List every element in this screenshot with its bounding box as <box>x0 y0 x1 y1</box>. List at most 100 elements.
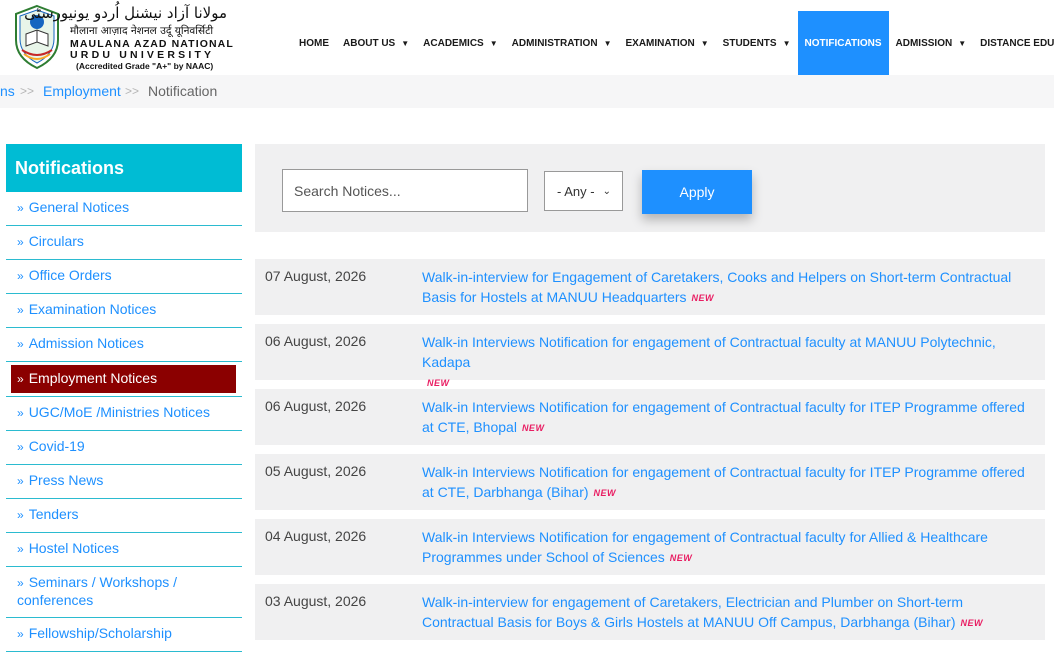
sidebar-item-employment-notices[interactable]: » Employment Notices <box>11 365 236 393</box>
apply-button[interactable]: Apply <box>642 170 752 214</box>
sidebar-item-label: Press News <box>28 472 104 488</box>
notifications-sidebar: Notifications » General Notices » Circular… <box>6 144 242 652</box>
notice-link[interactable]: Walk-in Interviews Notification for enga… <box>422 332 1034 393</box>
notice-date: 06 August, 2026 <box>265 398 367 414</box>
logo-hindi-text: मौलाना आज़ाद नेशनल उर्दू यूनिवर्सिटी <box>70 25 214 37</box>
nav-about-us-label: ABOUT US <box>343 37 396 49</box>
breadcrumb-separator: >> <box>20 84 35 98</box>
double-chevron-right-icon: » <box>17 372 24 386</box>
notice-link[interactable]: Walk-in Interviews Notification for enga… <box>422 462 1034 503</box>
notice-row: 06 August, 2026 Walk-in Interviews Notif… <box>255 324 1045 388</box>
nav-home[interactable]: HOME <box>292 11 336 75</box>
nav-admission[interactable]: ADMISSION ▼ <box>889 11 974 75</box>
notice-filter-panel: - Any - ⌄ Apply <box>255 144 1045 232</box>
notice-title: Walk-in Interviews Notification for enga… <box>422 529 988 565</box>
caret-down-icon: ▼ <box>700 38 709 48</box>
double-chevron-right-icon: » <box>17 201 24 215</box>
sidebar-item-covid-19[interactable]: » Covid-19 <box>6 431 242 465</box>
notice-link[interactable]: Walk-in-interview for Engagement of Care… <box>422 267 1034 308</box>
nav-notifications[interactable]: NOTIFICATIONS <box>797 11 889 75</box>
double-chevron-right-icon: » <box>17 269 24 283</box>
nav-distance-education-label: DISTANCE EDUCATION <box>980 37 1054 49</box>
chevron-down-icon: ⌄ <box>602 185 611 197</box>
nav-academics-label: ACADEMICS <box>423 37 484 49</box>
nav-administration[interactable]: ADMINISTRATION ▼ <box>505 11 619 75</box>
sidebar-item-label: Circulars <box>28 233 84 249</box>
breadcrumb-link-employment[interactable]: Employment <box>43 83 121 99</box>
sidebar-title: Notifications <box>6 144 242 192</box>
breadcrumb-separator: >> <box>125 84 140 98</box>
sidebar-item-label: Seminars / Workshops / conferences <box>17 574 178 608</box>
sidebar-item-label: Admission Notices <box>28 335 144 351</box>
sidebar-item-label: UGC/MoE /Ministries Notices <box>28 404 210 420</box>
nav-notifications-label: NOTIFICATIONS <box>804 37 882 49</box>
double-chevron-right-icon: » <box>17 440 24 454</box>
notice-link[interactable]: Walk-in Interviews Notification for enga… <box>422 527 1034 568</box>
nav-administration-label: ADMINISTRATION <box>511 37 598 49</box>
notice-title: Walk-in Interviews Notification for enga… <box>422 399 1025 435</box>
notice-date: 03 August, 2026 <box>265 593 367 609</box>
sidebar-item-tenders[interactable]: » Tenders <box>6 499 242 533</box>
double-chevron-right-icon: » <box>17 627 24 641</box>
notice-row: 05 August, 2026 Walk-in Interviews Notif… <box>255 454 1045 510</box>
nav-academics[interactable]: ACADEMICS ▼ <box>416 11 504 75</box>
new-badge-icon: NEW <box>521 423 545 433</box>
sidebar-item-label: Tenders <box>28 506 79 522</box>
sidebar-item-label: Examination Notices <box>28 301 157 317</box>
logo-english-line2: URDU UNIVERSITY <box>70 49 215 61</box>
new-badge-icon: NEW <box>960 618 983 628</box>
caret-down-icon: ▼ <box>603 38 612 48</box>
main-nav: HOME ABOUT US ▼ ACADEMICS ▼ ADMINISTRATION… <box>292 11 1054 75</box>
sidebar-item-label: Covid-19 <box>28 438 85 454</box>
sidebar-item-hostel-notices[interactable]: » Hostel Notices <box>6 533 242 567</box>
nav-about-us[interactable]: ABOUT US ▼ <box>336 11 416 75</box>
nav-students[interactable]: STUDENTS ▼ <box>716 11 798 75</box>
sidebar-item-ugc-moe-notices[interactable]: » UGC/MoE /Ministries Notices <box>6 396 242 431</box>
search-notices-input[interactable] <box>282 169 528 212</box>
sidebar-item-general-notices[interactable]: » General Notices <box>6 192 242 226</box>
site-header: مولانا آزاد نیشنل اُردو یونیورسٹی मौलाना… <box>0 0 1054 75</box>
new-badge-icon: NEW <box>691 293 715 303</box>
caret-down-icon: ▼ <box>401 38 410 48</box>
sidebar-item-fellowship[interactable]: » Fellowship/Scholarship <box>6 618 242 652</box>
sidebar-item-admission-notices[interactable]: » Admission Notices <box>6 328 242 362</box>
sidebar-item-examination-notices[interactable]: » Examination Notices <box>6 294 242 328</box>
sidebar-item-label: Office Orders <box>28 267 112 283</box>
notice-link[interactable]: Walk-in Interviews Notification for enga… <box>422 397 1034 438</box>
caret-down-icon: ▼ <box>958 38 967 48</box>
new-badge-icon: NEW <box>593 488 617 498</box>
notice-row: 06 August, 2026 Walk-in Interviews Notif… <box>255 389 1045 445</box>
double-chevron-right-icon: » <box>17 542 24 556</box>
sidebar-item-office-orders[interactable]: » Office Orders <box>6 260 242 294</box>
nav-examination[interactable]: EXAMINATION ▼ <box>618 11 715 75</box>
sidebar-item-seminars[interactable]: » Seminars / Workshops / conferences <box>6 567 242 618</box>
nav-home-label: HOME <box>299 37 329 49</box>
notice-date: 04 August, 2026 <box>265 528 367 544</box>
sidebar-item-label: Employment Notices <box>28 370 158 386</box>
notice-title: Walk-in Interviews Notification for enga… <box>422 464 1025 500</box>
logo-urdu-text: مولانا آزاد نیشنل اُردو یونیورسٹی <box>24 4 227 22</box>
sidebar-item-label: Hostel Notices <box>28 540 119 556</box>
notice-date: 05 August, 2026 <box>265 463 367 479</box>
sidebar-item-press-news[interactable]: » Press News <box>6 465 242 499</box>
notice-row: 07 August, 2026 Walk-in-interview for En… <box>255 259 1045 315</box>
double-chevron-right-icon: » <box>17 235 24 249</box>
sidebar-item-circulars[interactable]: » Circulars <box>6 226 242 260</box>
nav-students-label: STUDENTS <box>722 37 777 49</box>
nav-distance-education[interactable]: DISTANCE EDUCATION <box>973 11 1054 75</box>
double-chevron-right-icon: » <box>17 474 24 488</box>
notice-link[interactable]: Walk-in-interview for engagement of Care… <box>422 592 1034 633</box>
breadcrumb-link-notifications[interactable]: ns <box>0 83 15 99</box>
double-chevron-right-icon: » <box>17 337 24 351</box>
university-logo[interactable]: مولانا آزاد نیشنل اُردو یونیورسٹی मौलाना… <box>8 2 233 74</box>
nav-admission-label: ADMISSION <box>895 37 953 49</box>
double-chevron-right-icon: » <box>17 576 24 590</box>
category-select[interactable]: - Any - ⌄ <box>544 171 623 211</box>
breadcrumb: ns >> Employment >> Notification <box>0 75 1054 108</box>
double-chevron-right-icon: » <box>17 406 24 420</box>
sidebar-item-label: Fellowship/Scholarship <box>28 625 172 641</box>
notice-title: Walk-in Interviews Notification for enga… <box>422 334 996 370</box>
category-select-value: - Any - <box>557 183 595 199</box>
breadcrumb-current: Notification <box>148 83 218 99</box>
notice-list: 07 August, 2026 Walk-in-interview for En… <box>255 259 1045 649</box>
